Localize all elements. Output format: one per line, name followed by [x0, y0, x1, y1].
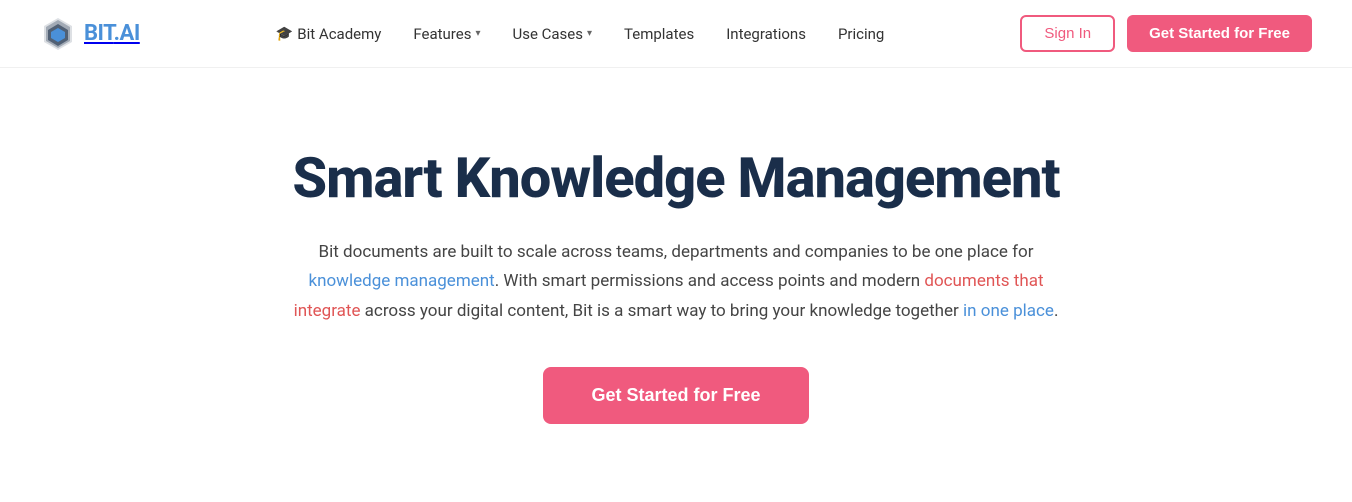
nav-item-bit-academy[interactable]: 🎓 Bit Academy [276, 25, 382, 43]
nav-item-use-cases[interactable]: Use Cases ▾ [512, 25, 592, 43]
nav-label-use-cases: Use Cases [512, 25, 583, 43]
chevron-down-icon: ▾ [587, 28, 592, 39]
nav-label-features: Features [413, 25, 471, 43]
nav-label-integrations: Integrations [726, 25, 806, 43]
nav-item-pricing[interactable]: Pricing [838, 25, 884, 43]
academy-icon: 🎓 [276, 26, 293, 42]
chevron-down-icon: ▾ [475, 28, 480, 39]
get-started-hero-button[interactable]: Get Started for Free [543, 367, 808, 424]
navbar-left: BIT.AI [40, 16, 140, 52]
hero-section: Smart Knowledge Management Bit documents… [0, 68, 1352, 484]
nav-label-bit-academy: Bit Academy [297, 25, 381, 43]
logo-ai: .AI [114, 21, 140, 46]
hero-desc-link3: in one place [963, 301, 1054, 321]
navbar-center: 🎓 Bit Academy Features ▾ Use Cases ▾ Tem… [276, 25, 885, 43]
hero-desc-part4: . [1054, 301, 1058, 321]
nav-item-features[interactable]: Features ▾ [413, 25, 480, 43]
logo-text: BIT.AI [84, 21, 140, 46]
hero-title: Smart Knowledge Management [292, 148, 1059, 210]
hero-description: Bit documents are built to scale across … [286, 238, 1066, 327]
hero-desc-part2: . With smart permissions and access poin… [495, 271, 925, 291]
logo-icon [40, 16, 76, 52]
signin-button[interactable]: Sign In [1020, 15, 1115, 52]
hero-desc-part1: Bit documents are built to scale across … [319, 242, 1034, 262]
hero-desc-part3: across your digital content, Bit is a sm… [360, 301, 963, 321]
logo-link[interactable]: BIT.AI [40, 16, 140, 52]
get-started-nav-button[interactable]: Get Started for Free [1127, 15, 1312, 52]
nav-item-templates[interactable]: Templates [624, 25, 694, 43]
navbar: BIT.AI 🎓 Bit Academy Features ▾ Use Case… [0, 0, 1352, 68]
navbar-right: Sign In Get Started for Free [1020, 15, 1312, 52]
hero-desc-link1: knowledge management [308, 271, 494, 291]
nav-label-pricing: Pricing [838, 25, 884, 43]
nav-label-templates: Templates [624, 25, 694, 43]
logo-bit: BIT [84, 21, 114, 46]
nav-item-integrations[interactable]: Integrations [726, 25, 806, 43]
